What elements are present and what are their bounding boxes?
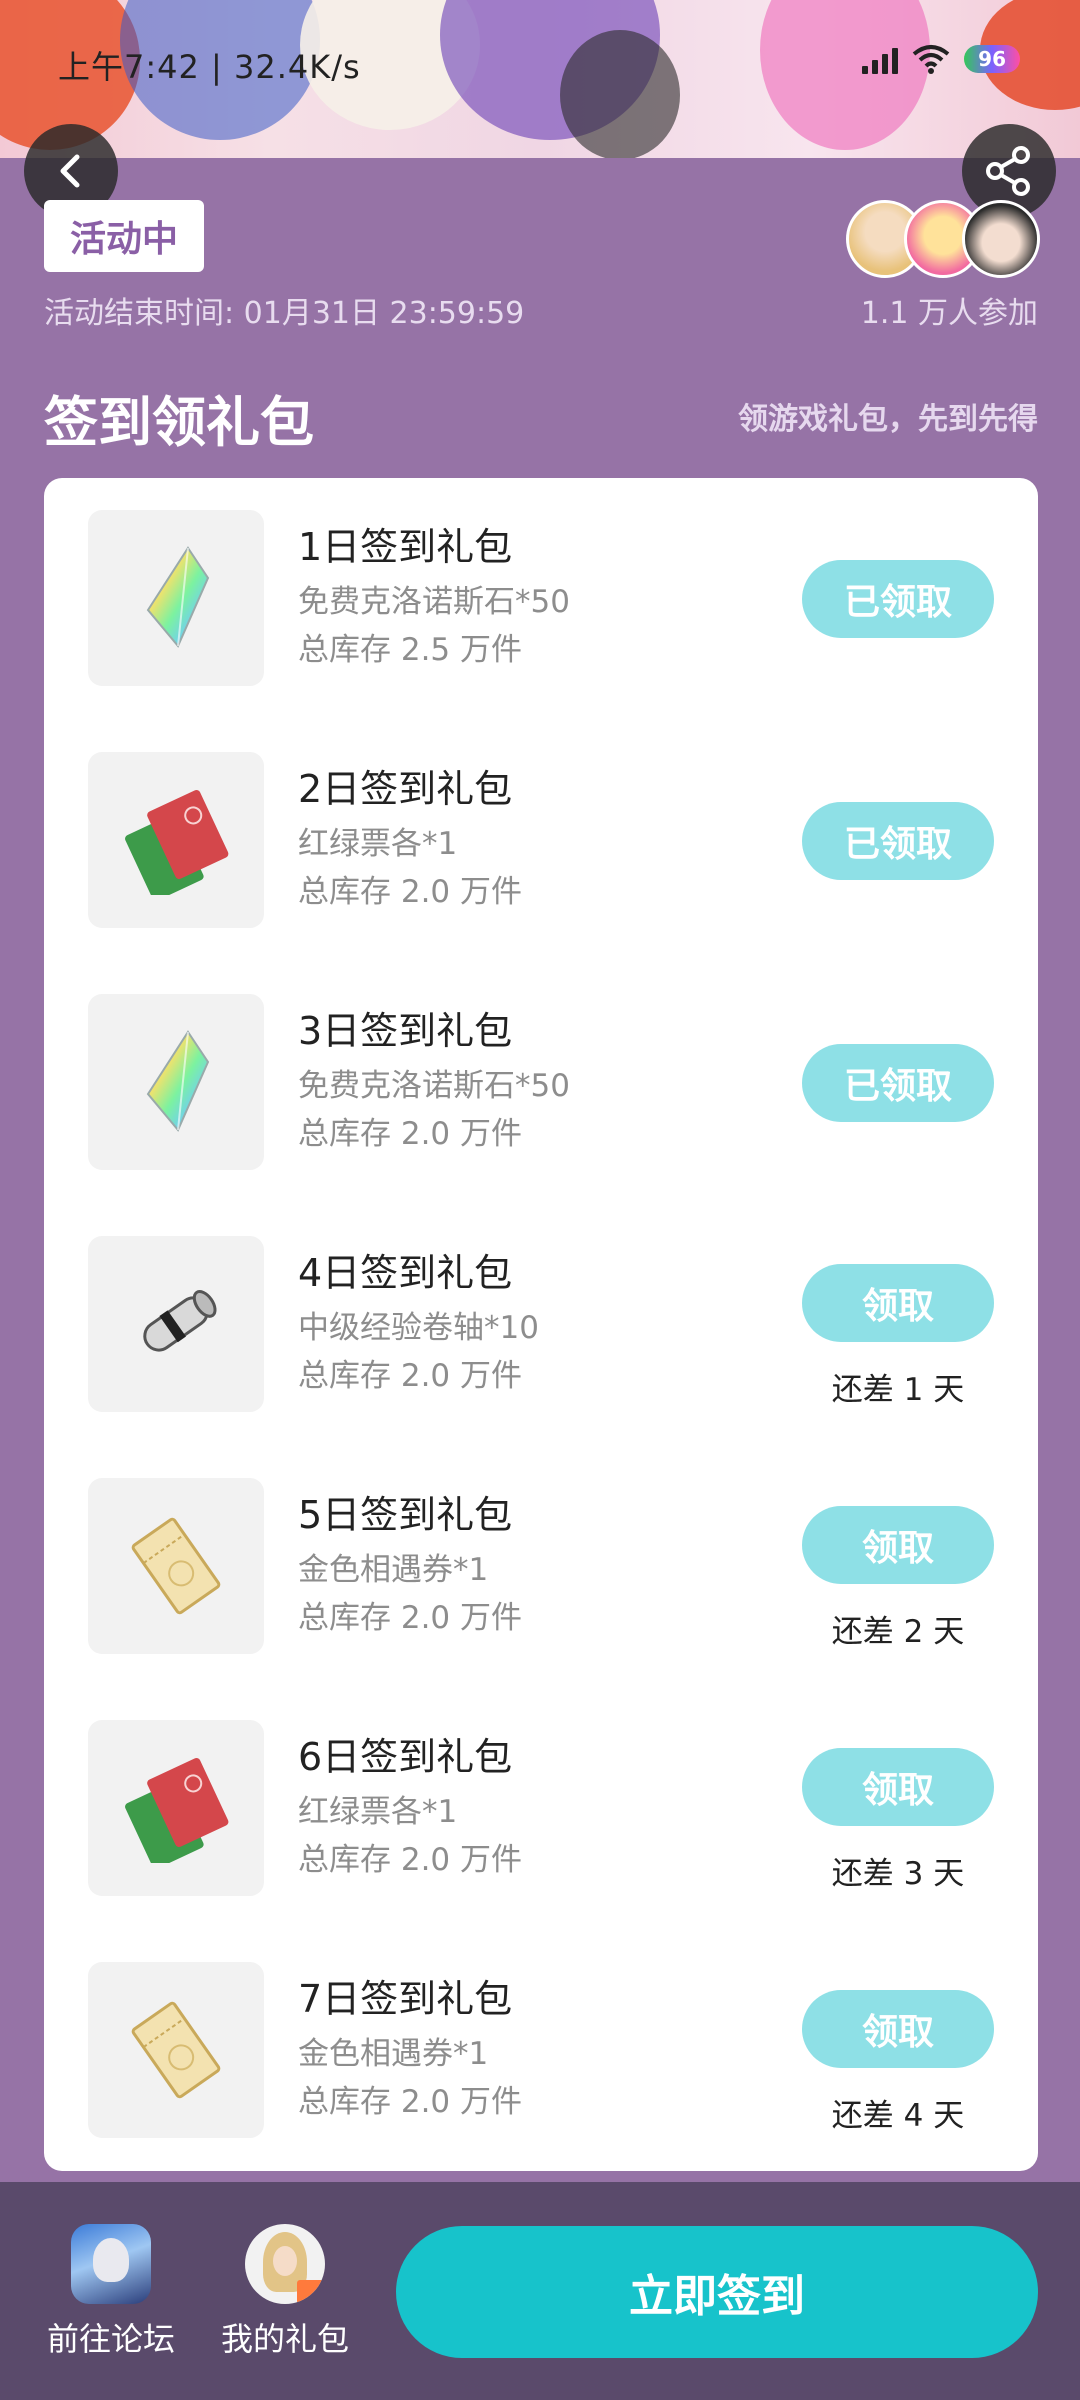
avatar [245,2224,325,2304]
gift-stock: 总库存 2.5 万件 [298,632,523,668]
gold-ticket-icon [131,2001,221,2099]
gift-stock: 总库存 2.0 万件 [298,874,523,910]
event-banner: 上午7:42 | 32.4K/s 96 [0,0,1080,158]
gift-name: 7日签到礼包 [298,1977,513,2021]
section-tip: 领游戏礼包，先到先得 [738,402,1038,437]
gift-name: 2日签到礼包 [298,767,513,811]
claimed-button[interactable]: 已领取 [802,1044,994,1122]
gift-row: 7日签到礼包 金色相遇券*1 总库存 2.0 万件 领取 还差 4 天 [44,1930,1038,2171]
gift-name: 4日签到礼包 [298,1251,513,1295]
days-remaining: 还差 3 天 [831,1856,965,1892]
gift-thumbnail [88,1478,264,1654]
gift-row: 4日签到礼包 中级经验卷轴*10 总库存 2.0 万件 领取 还差 1 天 [44,1204,1038,1446]
participant-avatars[interactable] [846,200,1040,278]
gift-stock: 总库存 2.0 万件 [298,1600,523,1636]
claim-button[interactable]: 领取 [802,1506,994,1584]
gift-name: 3日签到礼包 [298,1009,513,1053]
gift-stock: 总库存 2.0 万件 [298,2084,523,2120]
bottom-action-bar: 前往论坛 我的礼包 立即签到 [0,2182,1080,2400]
gift-thumbnail [88,1962,264,2138]
status-icons: 96 [862,44,1020,74]
claim-button[interactable]: 领取 [802,1990,994,2068]
claim-button[interactable]: 领取 [802,1264,994,1342]
signal-icon [862,44,899,74]
gift-stock: 总库存 2.0 万件 [298,1116,523,1152]
gift-row: 1日签到礼包 免费克洛诺斯石*50 总库存 2.5 万件 已领取 [44,478,1038,720]
red-green-ticket-icon [125,790,229,895]
gift-thumbnail [88,752,264,928]
gift-row: 3日签到礼包 免费克洛诺斯石*50 总库存 2.0 万件 已领取 [44,962,1038,1204]
end-time-label: 活动结束时间: 01月31日 23:59:59 [44,296,525,331]
claimed-button[interactable]: 已领取 [802,802,994,880]
gift-thumbnail [88,510,264,686]
gift-box-icon [297,2280,325,2304]
status-badge: 活动中 [44,200,204,272]
gift-thumbnail [88,1236,264,1412]
days-remaining: 还差 4 天 [831,2098,965,2134]
gift-description: 红绿票各*1 [298,826,458,862]
status-time: 上午7:42 | 32.4K/s [58,48,361,86]
battery-indicator: 96 [964,45,1020,73]
gift-thumbnail [88,1720,264,1896]
my-gifts-label: 我的礼包 [220,2320,349,2358]
claim-button[interactable]: 领取 [802,1748,994,1826]
rainbow-crystal-icon [146,1030,210,1132]
chevron-left-icon [60,154,80,188]
game-app-icon [71,2224,151,2304]
sign-in-button[interactable]: 立即签到 [396,2226,1038,2358]
my-gifts-button[interactable]: 我的礼包 [200,2224,370,2360]
gift-description: 免费克洛诺斯石*50 [298,584,570,620]
gold-ticket-icon [131,1517,221,1615]
gift-list-card: 1日签到礼包 免费克洛诺斯石*50 总库存 2.5 万件 已领取 2日签到礼包 … [44,478,1038,2171]
scroll-icon [143,1290,217,1352]
gift-description: 红绿票各*1 [298,1794,458,1830]
gift-name: 6日签到礼包 [298,1735,513,1779]
forum-label: 前往论坛 [46,2320,175,2358]
rainbow-crystal-icon [146,546,210,648]
gift-name: 5日签到礼包 [298,1493,513,1537]
gift-stock: 总库存 2.0 万件 [298,1358,523,1394]
gift-description: 金色相遇券*1 [298,1552,489,1588]
days-remaining: 还差 1 天 [831,1372,965,1408]
days-remaining: 还差 2 天 [831,1614,965,1650]
claimed-button[interactable]: 已领取 [802,560,994,638]
gift-thumbnail [88,994,264,1170]
gift-row: 2日签到礼包 红绿票各*1 总库存 2.0 万件 已领取 [44,720,1038,962]
gift-row: 6日签到礼包 红绿票各*1 总库存 2.0 万件 领取 还差 3 天 [44,1688,1038,1930]
wifi-icon [912,45,950,74]
gift-stock: 总库存 2.0 万件 [298,1842,523,1878]
gift-name: 1日签到礼包 [298,525,513,569]
forum-button[interactable]: 前往论坛 [26,2224,196,2360]
share-icon [986,146,1030,196]
gift-description: 中级经验卷轴*10 [298,1310,539,1346]
gift-row: 5日签到礼包 金色相遇券*1 总库存 2.0 万件 领取 还差 2 天 [44,1446,1038,1688]
gift-description: 免费克洛诺斯石*50 [298,1068,570,1104]
section-title: 签到领礼包 [44,391,314,454]
red-green-ticket-icon [125,1758,229,1863]
gift-description: 金色相遇券*1 [298,2036,489,2072]
participant-count: 1.1 万人参加 [860,296,1038,331]
avatar [962,200,1040,278]
